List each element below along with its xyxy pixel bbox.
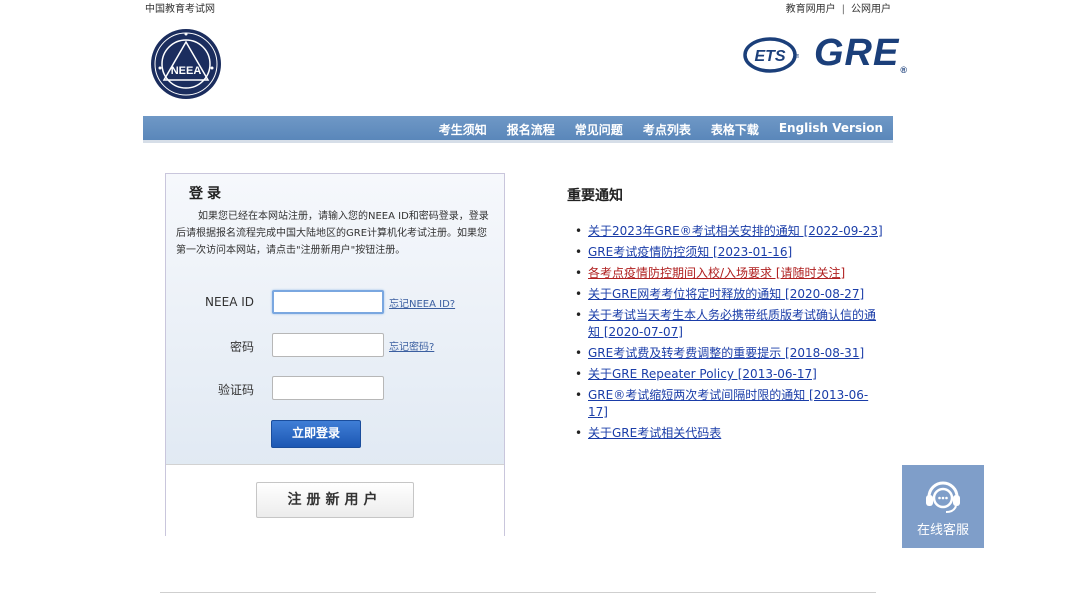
notice-link[interactable]: 关于GRE考试相关代码表 bbox=[588, 426, 721, 440]
login-panel: 登录 如果您已经在本网站注册，请输入您的NEEA ID和密码登录，登录后请根据报… bbox=[165, 173, 505, 536]
neea-id-row: NEEA ID 忘记NEEA ID? bbox=[166, 290, 504, 316]
footer-divider bbox=[160, 592, 876, 593]
svg-text:®: ® bbox=[796, 53, 799, 60]
notices-list: 关于2023年GRE®考试相关安排的通知 [2022-09-23] GRE考试疫… bbox=[573, 223, 885, 446]
notice-link-highlighted[interactable]: 各考点疫情防控期间入校/入场要求 [请随时关注] bbox=[588, 266, 845, 280]
notice-link[interactable]: GRE®考试缩短两次考试间隔时限的通知 [2013-06-17] bbox=[588, 388, 868, 419]
password-row: 密码 忘记密码? bbox=[166, 333, 504, 359]
edu-user-link[interactable]: 教育网用户 bbox=[786, 4, 836, 15]
nav-item-candidate-notes[interactable]: 考生须知 bbox=[439, 121, 487, 138]
forgot-neea-id-link[interactable]: 忘记NEEA ID? bbox=[389, 295, 455, 310]
headset-icon bbox=[926, 481, 960, 513]
login-title: 登录 bbox=[189, 186, 225, 202]
site-home-link[interactable]: 中国教育考试网 bbox=[145, 0, 215, 15]
notice-link[interactable]: 关于2023年GRE®考试相关安排的通知 [2022-09-23] bbox=[588, 224, 883, 238]
neea-logo-icon: NEEA bbox=[151, 29, 221, 99]
password-input[interactable] bbox=[272, 333, 384, 357]
nav-item-faq[interactable]: 常见问题 bbox=[575, 121, 623, 138]
notice-item: GRE考试疫情防控须知 [2023-01-16] bbox=[573, 244, 885, 261]
forgot-password-link[interactable]: 忘记密码? bbox=[389, 338, 434, 353]
nav-item-registration-process[interactable]: 报名流程 bbox=[507, 121, 555, 138]
nav-item-test-centers[interactable]: 考点列表 bbox=[643, 121, 691, 138]
nav-item-english-version[interactable]: English Version bbox=[779, 121, 883, 138]
notice-link[interactable]: 关于GRE Repeater Policy [2013-06-17] bbox=[588, 367, 817, 381]
svg-text:ETS: ETS bbox=[754, 48, 785, 65]
online-service-label: 在线客服 bbox=[916, 523, 969, 538]
register-new-user-button[interactable]: 注册新用户 bbox=[256, 482, 414, 518]
notice-link[interactable]: GRE考试疫情防控须知 [2023-01-16] bbox=[588, 245, 792, 259]
notice-item: 关于GRE Repeater Policy [2013-06-17] bbox=[573, 366, 885, 383]
nav-item-form-download[interactable]: 表格下载 bbox=[711, 121, 759, 138]
user-type-links: 教育网用户 | 公网用户 bbox=[786, 0, 891, 15]
neea-id-input[interactable] bbox=[272, 290, 384, 314]
notice-link[interactable]: GRE考试费及转考费调整的重要提示 [2018-08-31] bbox=[588, 346, 864, 360]
svg-text:NEEA: NEEA bbox=[171, 65, 202, 77]
login-submit-button[interactable]: 立即登录 bbox=[271, 420, 361, 448]
notice-item: GRE考试费及转考费调整的重要提示 [2018-08-31] bbox=[573, 345, 885, 362]
notice-link[interactable]: 关于考试当天考生本人务必携带纸质版考试确认信的通知 [2020-07-07] bbox=[588, 308, 876, 339]
main-nav: 考生须知 报名流程 常见问题 考点列表 表格下载 English Version bbox=[143, 116, 893, 143]
notice-item: 关于GRE网考考位将定时释放的通知 [2020-08-27] bbox=[573, 286, 885, 303]
captcha-row: 验证码 bbox=[166, 376, 504, 402]
notice-item: 关于2023年GRE®考试相关安排的通知 [2022-09-23] bbox=[573, 223, 885, 240]
notice-link[interactable]: 关于GRE网考考位将定时释放的通知 [2020-08-27] bbox=[588, 287, 864, 301]
notice-item: 关于GRE考试相关代码表 bbox=[573, 425, 885, 442]
notices-title: 重要通知 bbox=[567, 188, 623, 204]
notice-item: GRE®考试缩短两次考试间隔时限的通知 [2013-06-17] bbox=[573, 387, 885, 421]
link-separator: | bbox=[841, 4, 845, 15]
ets-logo-icon: ETS ® bbox=[743, 37, 799, 73]
gre-logo: GRE® bbox=[814, 32, 908, 75]
notice-item: 各考点疫情防控期间入校/入场要求 [请随时关注] bbox=[573, 265, 885, 282]
captcha-input[interactable] bbox=[272, 376, 384, 400]
register-section: 注册新用户 bbox=[166, 464, 504, 536]
notice-item: 关于考试当天考生本人务必携带纸质版考试确认信的通知 [2020-07-07] bbox=[573, 307, 885, 341]
neea-id-label: NEEA ID bbox=[205, 295, 254, 309]
login-description: 如果您已经在本网站注册，请输入您的NEEA ID和密码登录，登录后请根据报名流程… bbox=[176, 211, 489, 256]
password-label: 密码 bbox=[229, 340, 254, 354]
online-service-widget[interactable]: 在线客服 bbox=[902, 465, 984, 548]
captcha-label: 验证码 bbox=[217, 383, 254, 397]
public-user-link[interactable]: 公网用户 bbox=[851, 4, 891, 15]
